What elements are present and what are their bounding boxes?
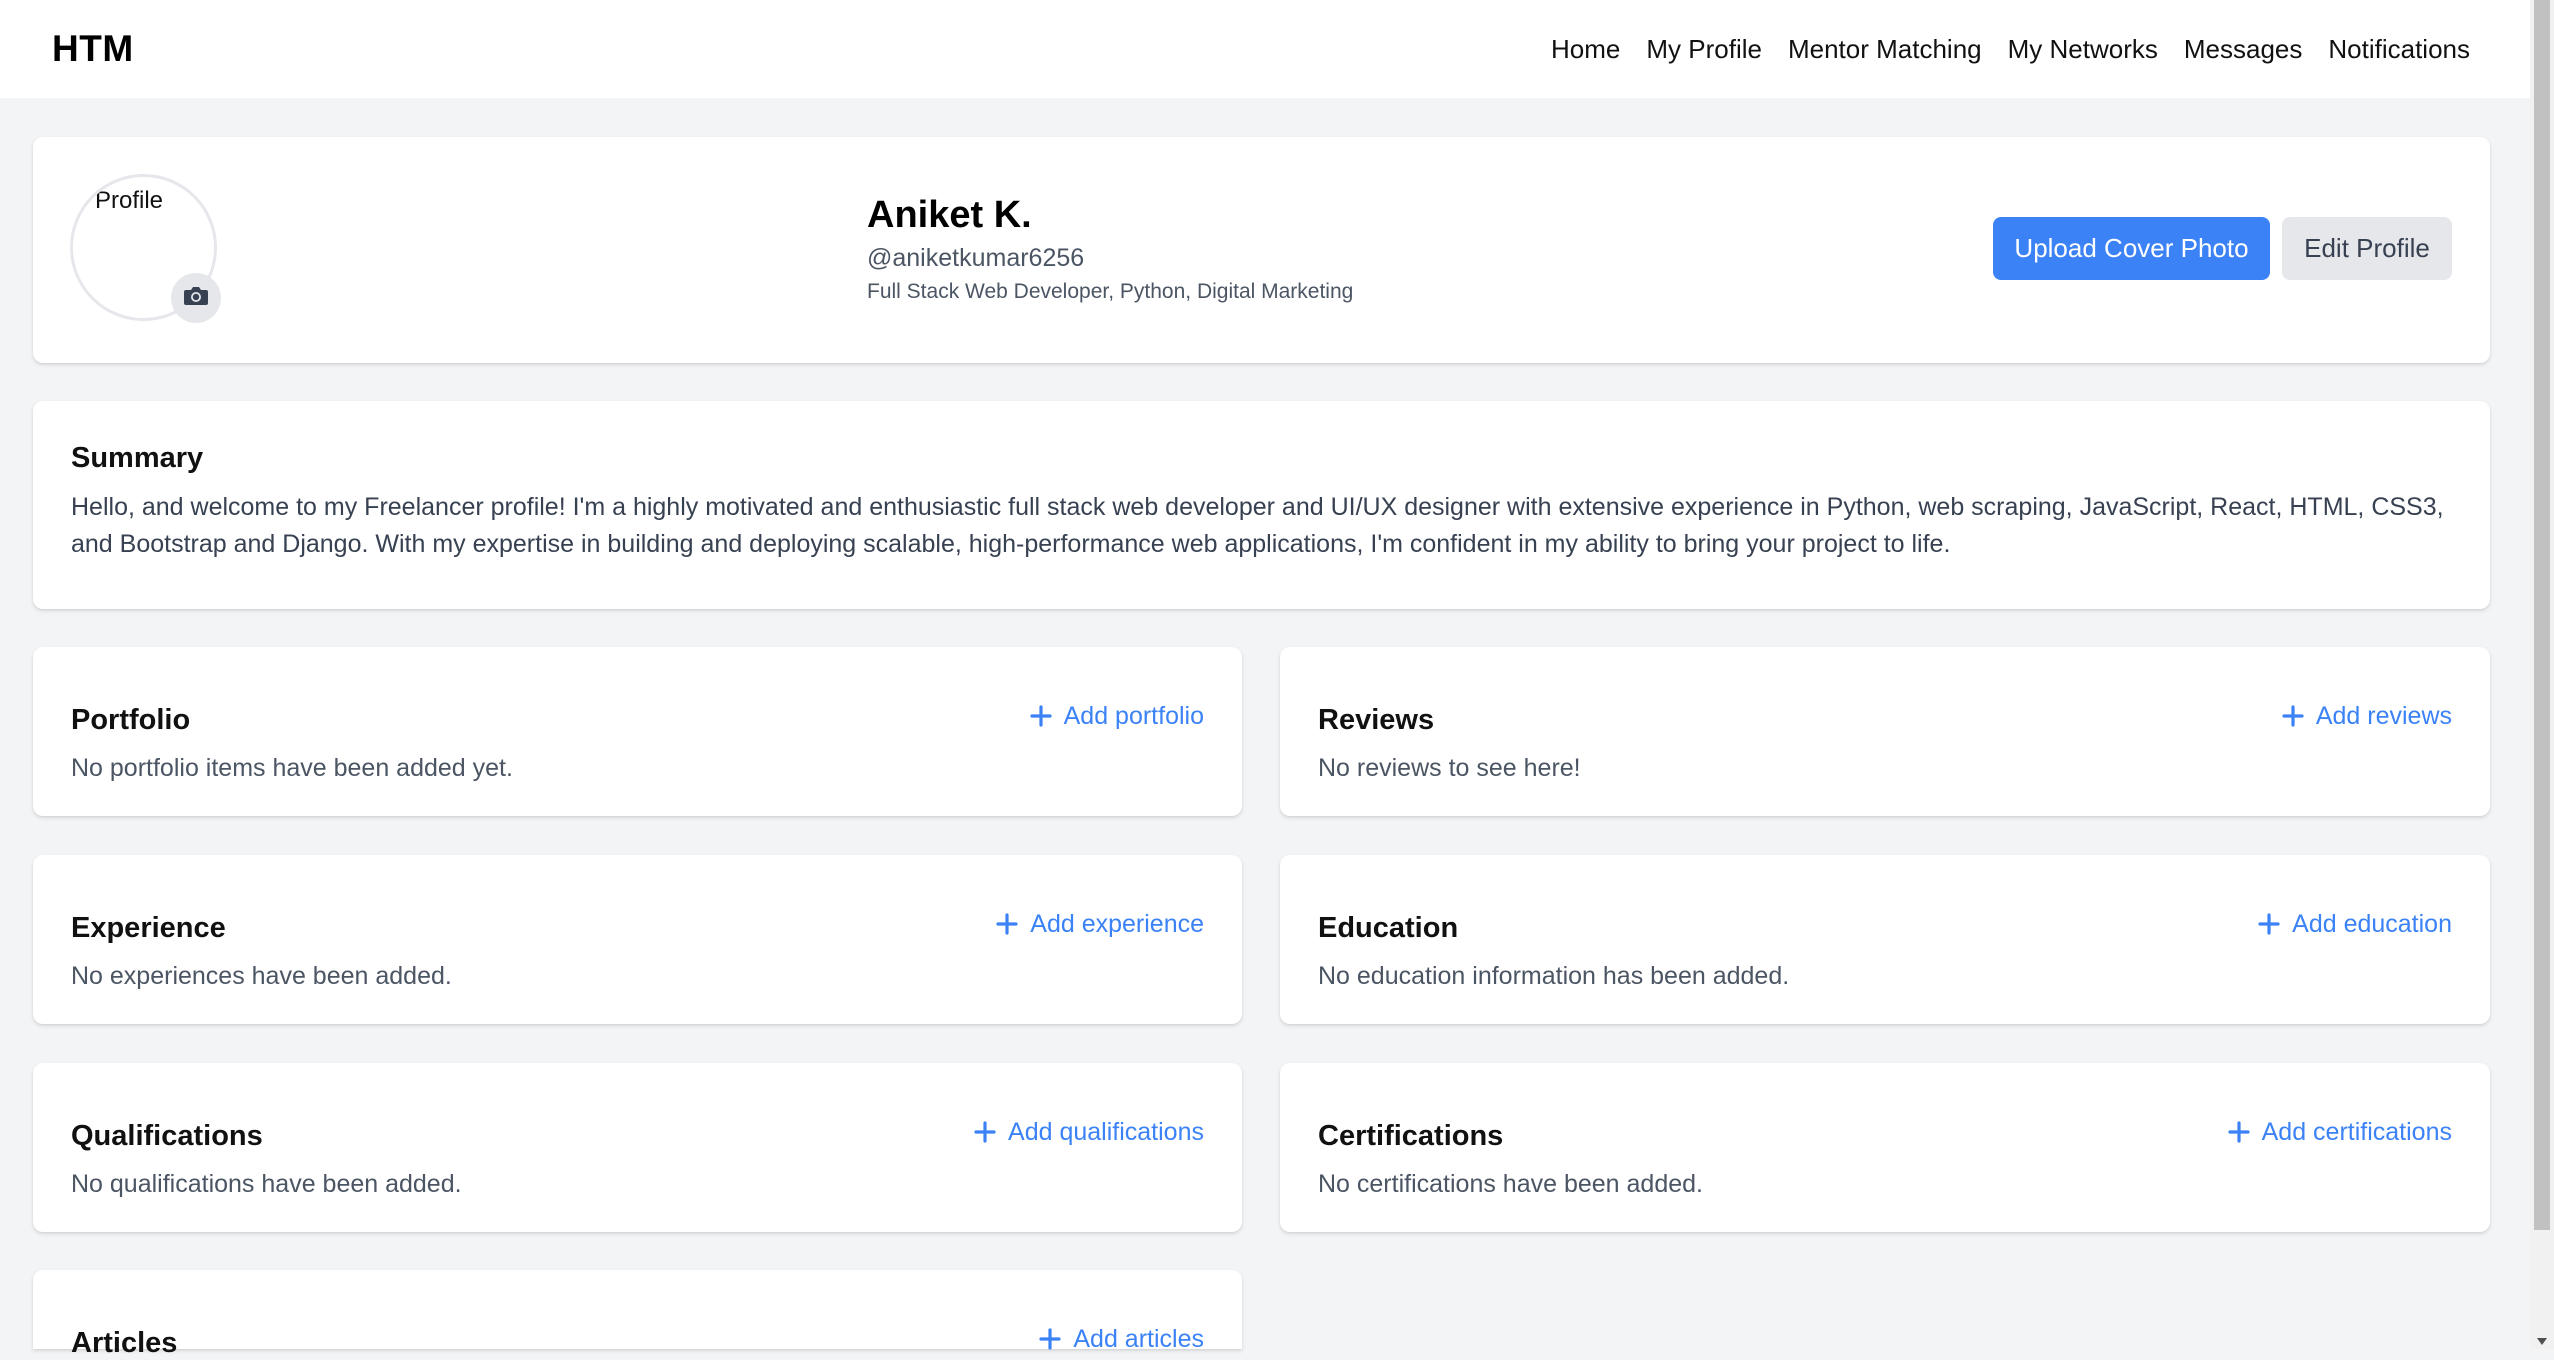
plus-icon <box>996 913 1018 935</box>
experience-card: Experience Add experience No experiences… <box>33 855 1242 1024</box>
add-articles-link[interactable]: Add articles <box>1039 1324 1204 1354</box>
education-card: Education Add education No education inf… <box>1280 855 2490 1024</box>
profile-headline: Full Stack Web Developer, Python, Digita… <box>867 280 1354 303</box>
experience-empty-text: No experiences have been added. <box>71 962 452 990</box>
portfolio-title: Portfolio <box>71 704 191 736</box>
add-education-link[interactable]: Add education <box>2258 909 2452 939</box>
articles-card: Articles Add articles <box>33 1270 1242 1359</box>
nav-link-mentor-matching[interactable]: Mentor Matching <box>1788 34 1982 65</box>
add-portfolio-link[interactable]: Add portfolio <box>1030 701 1204 731</box>
plus-icon <box>1039 1328 1061 1350</box>
add-experience-link[interactable]: Add experience <box>996 909 1204 939</box>
add-certifications-label: Add certifications <box>2261 1118 2452 1146</box>
education-title: Education <box>1318 912 1459 944</box>
reviews-empty-text: No reviews to see here! <box>1318 754 1581 782</box>
nav-link-my-profile[interactable]: My Profile <box>1646 34 1762 65</box>
portfolio-card: Portfolio Add portfolio No portfolio ite… <box>33 647 1242 816</box>
camera-icon <box>183 285 209 312</box>
add-qualifications-label: Add qualifications <box>1008 1118 1204 1146</box>
add-qualifications-link[interactable]: Add qualifications <box>974 1117 1204 1147</box>
qualifications-empty-text: No qualifications have been added. <box>71 1170 462 1198</box>
plus-icon <box>974 1121 996 1143</box>
nav-link-home[interactable]: Home <box>1551 34 1620 65</box>
profile-header-card: Profile Aniket K. @aniketkumar6256 Full … <box>33 137 2490 363</box>
add-experience-label: Add experience <box>1030 910 1204 938</box>
edit-profile-button[interactable]: Edit Profile <box>2282 217 2452 280</box>
scroll-down-arrow-icon[interactable] <box>2537 1338 2547 1345</box>
page-scrollbar[interactable] <box>2530 0 2554 1349</box>
nav-links: Home My Profile Mentor Matching My Netwo… <box>1551 34 2470 65</box>
add-portfolio-label: Add portfolio <box>1063 702 1204 730</box>
add-reviews-link[interactable]: Add reviews <box>2282 701 2452 731</box>
site-logo[interactable]: HTM <box>52 28 134 70</box>
nav-link-notifications[interactable]: Notifications <box>2328 34 2470 65</box>
avatar-alt-text: Profile <box>95 187 164 214</box>
add-articles-label: Add articles <box>1073 1325 1204 1353</box>
add-certifications-link[interactable]: Add certifications <box>2228 1117 2452 1147</box>
change-avatar-button[interactable] <box>171 273 221 323</box>
certifications-empty-text: No certifications have been added. <box>1318 1170 1703 1198</box>
plus-icon <box>2258 913 2280 935</box>
plus-icon <box>1030 705 1052 727</box>
education-empty-text: No education information has been added. <box>1318 962 1790 990</box>
certifications-card: Certifications Add certifications No cer… <box>1280 1063 2490 1232</box>
upload-cover-photo-button[interactable]: Upload Cover Photo <box>1993 217 2270 280</box>
add-education-label: Add education <box>2292 910 2452 938</box>
qualifications-title: Qualifications <box>71 1120 263 1152</box>
scrollbar-thumb[interactable] <box>2534 0 2550 1230</box>
reviews-title: Reviews <box>1318 704 1435 736</box>
summary-text: Hello, and welcome to my Freelancer prof… <box>71 493 2444 558</box>
qualifications-card: Qualifications Add qualifications No qua… <box>33 1063 1242 1232</box>
profile-name: Aniket K. <box>867 194 1032 236</box>
plus-icon <box>2282 705 2304 727</box>
top-navbar: HTM Home My Profile Mentor Matching My N… <box>0 0 2530 98</box>
profile-info: Aniket K. @aniketkumar6256 Full Stack We… <box>867 193 1353 305</box>
nav-link-my-networks[interactable]: My Networks <box>2008 34 2158 65</box>
portfolio-empty-text: No portfolio items have been added yet. <box>71 754 513 782</box>
nav-link-messages[interactable]: Messages <box>2184 34 2303 65</box>
summary-title: Summary <box>71 442 204 474</box>
summary-card: Summary Hello, and welcome to my Freelan… <box>33 401 2490 609</box>
reviews-card: Reviews Add reviews No reviews to see he… <box>1280 647 2490 816</box>
articles-title: Articles <box>71 1327 178 1359</box>
profile-handle: @aniketkumar6256 <box>867 244 1085 272</box>
add-reviews-label: Add reviews <box>2315 702 2452 730</box>
experience-title: Experience <box>71 912 226 944</box>
plus-icon <box>2228 1121 2250 1143</box>
certifications-title: Certifications <box>1318 1120 1504 1152</box>
